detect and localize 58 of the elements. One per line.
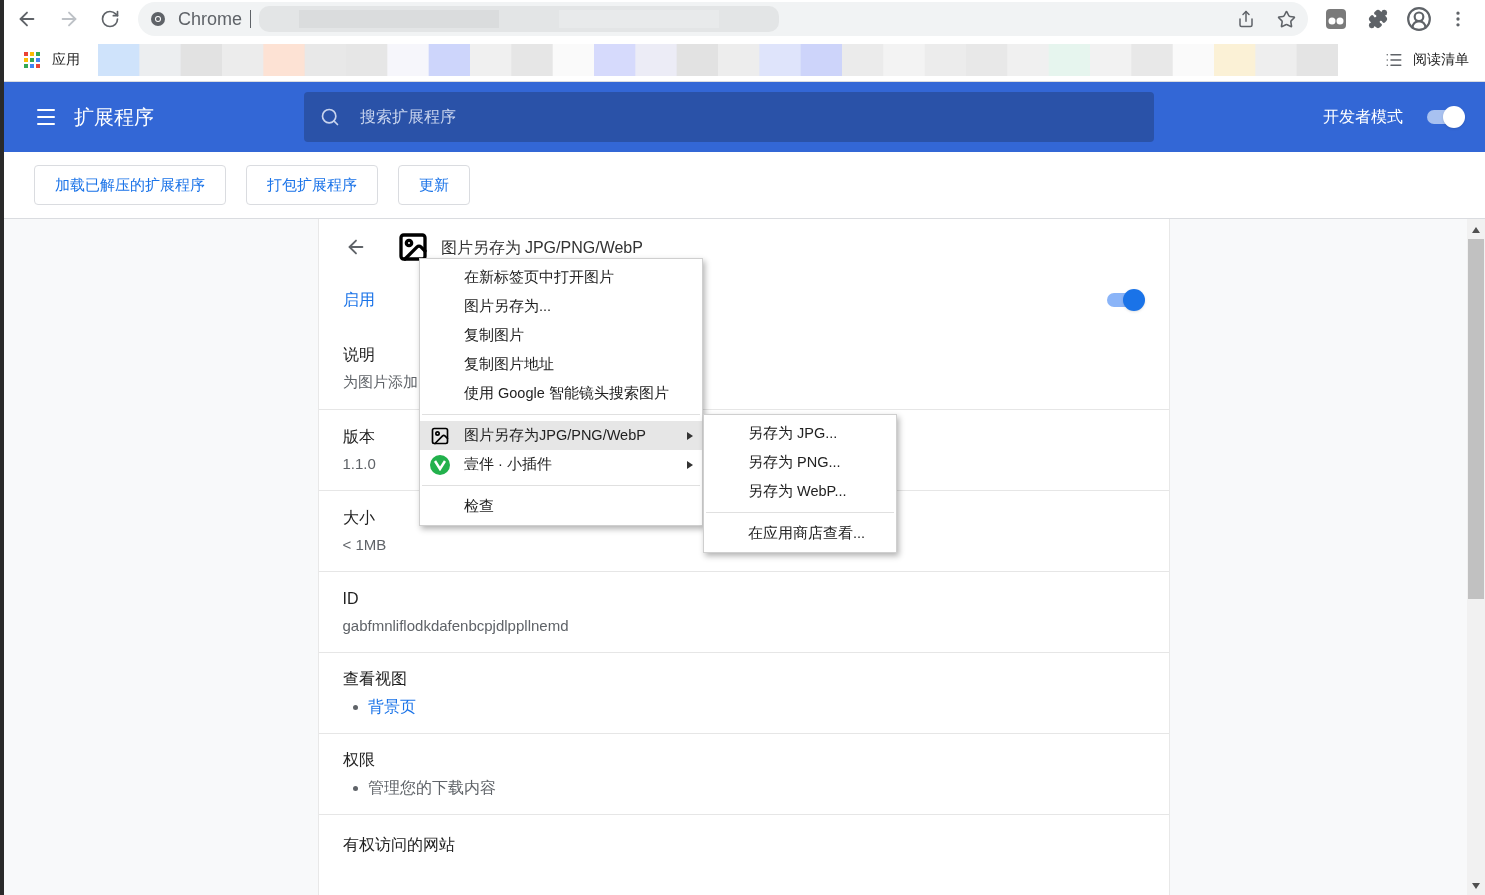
menu-item[interactable]: 另存为 PNG... [704,448,896,477]
search-field[interactable]: 搜索扩展程序 [304,92,1154,142]
scrollbar[interactable] [1467,219,1485,895]
section-title: 大小 [342,507,375,528]
section-title: 查看视图 [342,669,407,689]
toolbar-button[interactable]: 更新 [398,165,470,205]
address-bar[interactable]: Chrome [138,2,1308,36]
menu-item[interactable]: 在新标签页中打开图片 [420,263,702,292]
menu-item[interactable]: 在应用商店查看... [704,519,896,548]
menu-item[interactable]: 检查 [420,492,702,521]
section-title: 有权访问的网站 [342,835,455,855]
bullet-icon [352,785,358,791]
menu-item[interactable]: 复制图片地址 [420,350,702,379]
submenu-arrow-icon [686,459,694,470]
submenu-arrow-icon [686,430,694,441]
enabled-label: 启用 [342,290,375,311]
search-input[interactable]: 搜索扩展程序 [360,105,1138,129]
toolbar-button[interactable]: 加载已解压的扩展程序 [34,165,226,205]
image-icon [396,231,429,264]
section-title: 权限 [342,750,375,770]
section-value: 1.1.0 [342,453,376,474]
extension-icon[interactable] [1326,9,1346,29]
menu-item[interactable]: 另存为 JPG... [704,419,896,448]
reload-icon[interactable] [100,9,120,29]
menu-item[interactable]: 图片另存为JPG/PNG/WebP [420,421,702,450]
share-icon[interactable] [1237,10,1255,28]
developer-mode-label: 开发者模式 [1323,107,1403,127]
section-title: 说明 [342,345,375,366]
reading-list-link[interactable]: 阅读清单 [1413,49,1469,70]
section-title: 版本 [342,426,375,447]
section-value: < 1MB [342,534,387,555]
menu-item[interactable]: 使用 Google 智能镜头搜索图片 [420,379,702,408]
menu-item[interactable]: 图片另存为... [420,292,702,321]
permission-text: 管理您的下载内容 [367,778,496,798]
section-value: gabfmnliflodkdafenbcpjdlppllnemd [342,615,569,636]
menu-item[interactable]: 壹伴 · 小插件 [420,450,702,479]
extension-name: 图片另存为 JPG/PNG/WebP [440,239,643,257]
toolbar-button[interactable]: 打包扩展程序 [246,165,378,205]
bookmark-item[interactable]: 应用 [52,49,80,70]
extensions-icon[interactable] [1368,9,1388,29]
scroll-down-icon[interactable] [1472,883,1480,889]
image-icon [430,425,450,446]
bullet-icon [352,704,358,710]
address-text: Chrome [178,7,243,31]
profile-icon[interactable] [1406,6,1432,32]
apps-grid-icon[interactable] [24,51,40,68]
developer-mode-toggle[interactable] [1425,106,1465,128]
y-logo-icon [430,454,450,475]
menu-item[interactable]: 复制图片 [420,321,702,350]
scroll-up-icon[interactable] [1472,227,1480,233]
page-title: 扩展程序 [74,105,155,130]
chrome-logo-icon [150,11,166,27]
search-icon [320,107,340,127]
menu-item[interactable]: 另存为 WebP... [704,477,896,506]
section-title: ID [342,588,359,609]
section-value: 为图片添加 [342,372,418,393]
star-icon[interactable] [1277,9,1296,29]
view-link[interactable]: 背景页 [367,695,416,719]
